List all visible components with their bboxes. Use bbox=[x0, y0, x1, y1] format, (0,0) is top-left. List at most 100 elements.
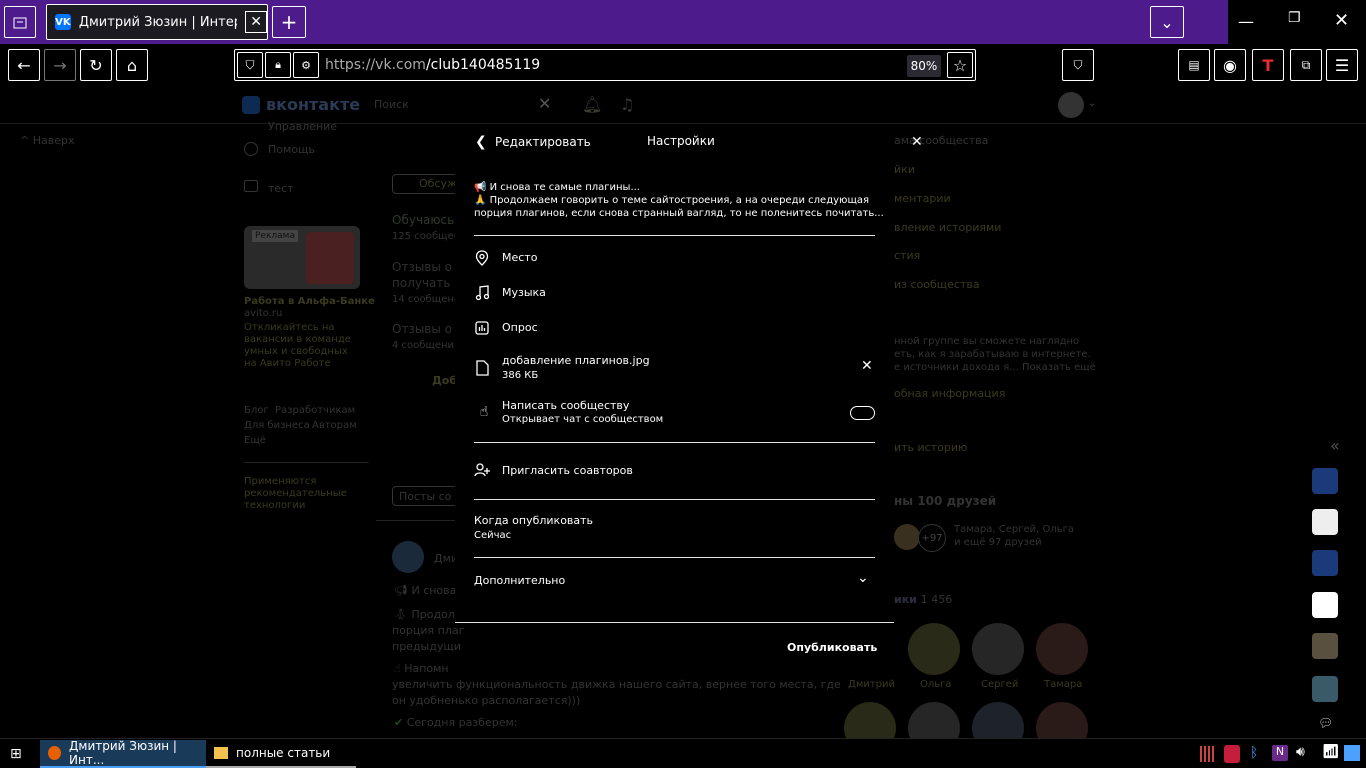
member-avatar-row2-3[interactable] bbox=[972, 702, 1024, 738]
publish-button[interactable]: Опубликовать bbox=[787, 641, 877, 654]
member-name-tamara[interactable]: Тамара bbox=[1044, 679, 1082, 690]
sidebar-building-icon[interactable] bbox=[1312, 633, 1338, 659]
tray-app-icon[interactable] bbox=[1200, 746, 1214, 762]
taskbar-folder[interactable]: полные статьи bbox=[206, 740, 356, 768]
member-avatar-row2-1[interactable] bbox=[844, 702, 896, 738]
new-tab-button[interactable]: + bbox=[272, 6, 306, 38]
sidebar-game-icon[interactable] bbox=[1312, 676, 1338, 702]
topic-3-title[interactable]: Отзывы о bbox=[392, 322, 452, 336]
profile-avatar[interactable] bbox=[1058, 92, 1084, 118]
discussions-button[interactable]: Обсуж bbox=[392, 174, 458, 194]
tab-overview-button[interactable] bbox=[4, 6, 36, 38]
footer-more[interactable]: Ещё bbox=[244, 435, 266, 446]
option-place[interactable]: Место bbox=[502, 251, 537, 264]
right-item-5[interactable]: стия bbox=[894, 249, 920, 262]
right-item-3[interactable]: ментарии bbox=[894, 192, 951, 205]
member-avatar-olga[interactable] bbox=[908, 623, 960, 675]
community-posts-button[interactable]: Посты со bbox=[392, 486, 458, 506]
search-input[interactable]: Поиск bbox=[374, 98, 409, 111]
tray-red-icon[interactable] bbox=[1224, 745, 1240, 763]
ad-image[interactable]: Реклама bbox=[244, 226, 360, 289]
sidebar-chat-icon[interactable]: 💬︎ bbox=[1318, 716, 1333, 730]
back-to-edit-button[interactable]: Редактировать bbox=[495, 135, 591, 149]
option-music[interactable]: Музыка bbox=[502, 286, 546, 299]
home-button[interactable]: ⌂ bbox=[116, 49, 148, 81]
sidebar-prodamus-icon[interactable] bbox=[1312, 509, 1338, 535]
friends-title[interactable]: ны 100 друзей bbox=[894, 494, 996, 508]
url-bar[interactable]: ⛉ 🔒︎ ⚙ https://vk.com/club140485119 80% … bbox=[234, 49, 976, 81]
advanced-section-toggle[interactable]: Дополнительно bbox=[474, 574, 565, 587]
author-avatar[interactable] bbox=[392, 541, 424, 573]
minimize-button[interactable]: — bbox=[1238, 12, 1254, 31]
topic-2-title-line2[interactable]: получать д bbox=[392, 276, 463, 290]
site-info-button[interactable]: 🔒︎ bbox=[265, 52, 291, 78]
chevron-down-icon[interactable]: ⌄ bbox=[857, 570, 869, 586]
bluetooth-icon[interactable]: ᛒ bbox=[1250, 745, 1258, 761]
notifications-icon[interactable] bbox=[1344, 745, 1360, 761]
friend-avatar[interactable] bbox=[894, 524, 920, 550]
back-arrow-icon[interactable]: ❮ bbox=[475, 134, 487, 150]
write-community-toggle[interactable] bbox=[850, 406, 875, 420]
footer-authors[interactable]: Авторам bbox=[312, 420, 357, 431]
vk-logo-text[interactable]: вконтакте bbox=[266, 95, 360, 114]
footer-dev[interactable]: Разработчикам bbox=[275, 405, 355, 416]
sidebar-button[interactable]: ▤ bbox=[1178, 49, 1210, 81]
menu-button[interactable]: ☰ bbox=[1326, 49, 1358, 81]
right-item-2[interactable]: йки bbox=[894, 163, 915, 176]
menu-item-manage[interactable]: Управление bbox=[268, 120, 337, 133]
member-avatar-sergey[interactable] bbox=[972, 623, 1024, 675]
publish-time-label[interactable]: Когда опубликовать bbox=[474, 514, 593, 527]
ad-domain[interactable]: avito.ru bbox=[244, 308, 282, 319]
friends-more-badge[interactable]: +97 bbox=[918, 524, 946, 552]
member-name-dmitry[interactable]: Дмитрий bbox=[848, 679, 895, 690]
tray-n-icon[interactable]: N bbox=[1272, 745, 1288, 761]
back-button[interactable]: ← bbox=[8, 49, 40, 81]
extensions-button[interactable]: ⧉ bbox=[1290, 49, 1322, 81]
more-info-link[interactable]: обная информация bbox=[894, 387, 1005, 400]
menu-item-help[interactable]: Помощь bbox=[268, 143, 315, 156]
windows-start-icon[interactable]: ⊞ bbox=[10, 746, 22, 762]
sidebar-lock-icon[interactable] bbox=[1312, 468, 1338, 494]
ad-title[interactable]: Работа в Альфа-Банке bbox=[244, 296, 375, 307]
chevron-down-icon[interactable]: ⌄ bbox=[1088, 98, 1096, 109]
add-topic-link[interactable]: Доб bbox=[432, 374, 457, 387]
ad-text[interactable]: Откликайтесь на вакансии в команде умных… bbox=[244, 322, 356, 370]
member-avatar-tamara[interactable] bbox=[1036, 623, 1088, 675]
option-write-community[interactable]: Написать сообществу bbox=[502, 399, 629, 412]
member-name-olga[interactable]: Ольга bbox=[920, 679, 952, 690]
right-item-6[interactable]: из сообщества bbox=[894, 278, 980, 291]
close-window-button[interactable]: ✕ bbox=[1334, 10, 1349, 31]
about-line-3[interactable]: е источники дохода я... Показать ещё bbox=[894, 362, 1096, 373]
sidebar-person-chart-icon[interactable] bbox=[1312, 550, 1338, 576]
scroll-up-link[interactable]: ^ Наверх bbox=[20, 134, 74, 147]
topic-2-title[interactable]: Отзывы о bbox=[392, 260, 452, 274]
zoom-level[interactable]: 80% bbox=[907, 55, 941, 77]
remove-file-icon[interactable]: ✕ bbox=[861, 358, 873, 374]
vk-logo-icon[interactable] bbox=[242, 96, 260, 114]
footer-business[interactable]: Для бизнеса bbox=[244, 420, 310, 431]
bookmark-button[interactable]: ☆ bbox=[947, 52, 973, 78]
music-note-icon[interactable]: ♫ bbox=[620, 95, 634, 114]
wifi-icon[interactable]: 📶︎ bbox=[1322, 744, 1340, 760]
list-tabs-button[interactable]: ⌄ bbox=[1150, 6, 1184, 38]
tab-close-button[interactable]: ✕ bbox=[245, 11, 268, 33]
menu-item-test[interactable]: тест bbox=[268, 182, 294, 195]
sidebar-gear-icon[interactable] bbox=[1312, 592, 1338, 618]
collapse-sidebar-icon[interactable]: « bbox=[1330, 436, 1340, 455]
active-tab[interactable]: VK Дмитрий Зюзин | Интернет - ✕ bbox=[46, 4, 268, 40]
url-text[interactable]: https://vk.com/club140485119 bbox=[325, 57, 540, 73]
topic-1-title[interactable]: Обучаюсь bbox=[392, 213, 454, 227]
right-item-1[interactable]: ама сообщества bbox=[894, 134, 988, 147]
reload-button[interactable]: ↻ bbox=[80, 49, 112, 81]
footer-blog[interactable]: Блог bbox=[244, 405, 269, 416]
forward-button[interactable]: → bbox=[44, 49, 76, 81]
right-item-4[interactable]: вление историями bbox=[894, 221, 1001, 234]
add-story-link[interactable]: ить историю bbox=[894, 441, 967, 454]
modal-close-icon[interactable]: ✕ bbox=[911, 134, 923, 150]
search-clear-icon[interactable]: ✕ bbox=[538, 94, 551, 113]
member-avatar-row2-2[interactable] bbox=[908, 702, 960, 738]
option-poll[interactable]: Опрос bbox=[502, 321, 538, 334]
permissions-button[interactable]: ⚙ bbox=[293, 52, 319, 78]
extension-t-button[interactable]: T bbox=[1252, 49, 1284, 81]
taskbar-firefox[interactable]: Дмитрий Зюзин | Инт... bbox=[40, 739, 206, 768]
